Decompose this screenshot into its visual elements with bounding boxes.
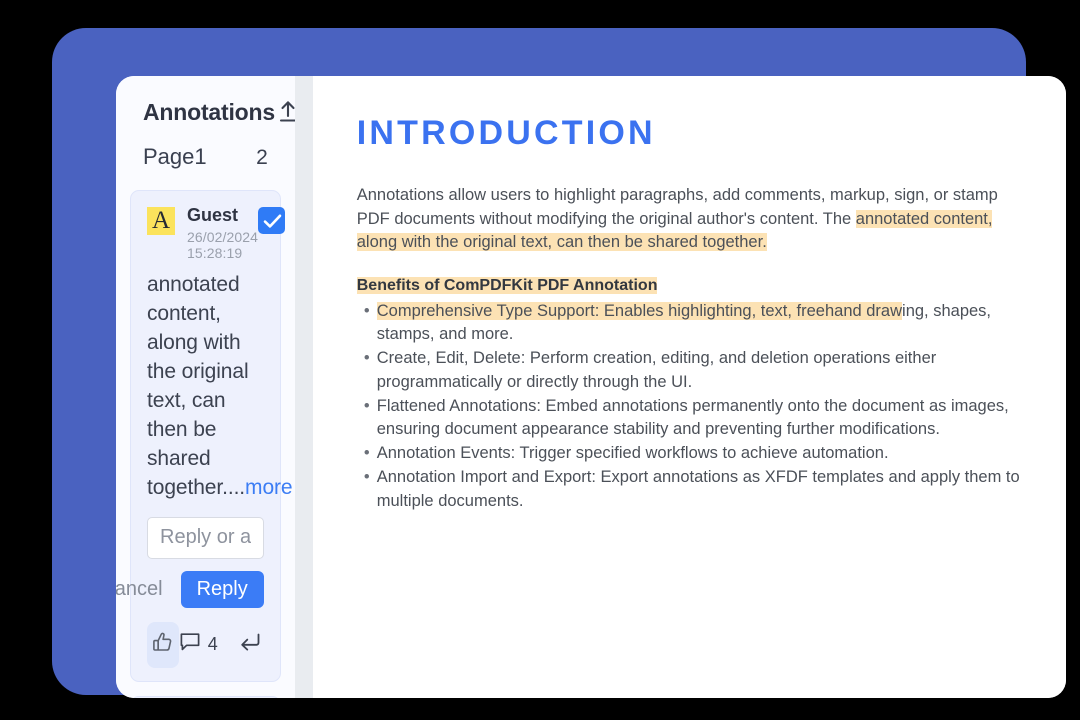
comment-count: 4 bbox=[208, 634, 218, 655]
more-link[interactable]: more bbox=[245, 476, 292, 499]
page-annotation-count: 2 bbox=[256, 146, 268, 170]
list-item: • Create, Edit, Delete: Perform creation… bbox=[357, 347, 1026, 395]
reply-input-wrapper[interactable] bbox=[147, 517, 264, 559]
bullet-icon: • bbox=[357, 347, 377, 395]
card-meta: Guest 26/02/2024 15:28:19 bbox=[187, 205, 258, 261]
list-item-highlighted: Comprehensive Type Support: Enables high… bbox=[377, 302, 902, 320]
document-benefits-list: • Comprehensive Type Support: Enables hi… bbox=[357, 300, 1026, 514]
list-item-text: Annotation Events: Trigger specified wor… bbox=[377, 442, 1026, 466]
list-item-text: Create, Edit, Delete: Perform creation, … bbox=[377, 347, 1026, 395]
list-item-text: Annotation Import and Export: Export ann… bbox=[377, 466, 1026, 514]
page-row: Page1 2 bbox=[116, 130, 295, 178]
annotation-checkbox-checked[interactable] bbox=[258, 207, 285, 234]
panel-header: Annotations bbox=[116, 76, 295, 130]
device-frame: Annotations bbox=[52, 28, 1026, 695]
timestamp: 26/02/2024 15:28:19 bbox=[187, 229, 258, 261]
list-item-text: Flattened Annotations: Embed annotations… bbox=[377, 395, 1026, 443]
list-item: • Flattened Annotations: Embed annotatio… bbox=[357, 395, 1026, 443]
panel-divider bbox=[295, 76, 313, 698]
like-button[interactable] bbox=[147, 622, 179, 668]
annotation-card[interactable]: A Guest 26/02/2024 15:28:19 annotated co… bbox=[130, 190, 281, 682]
return-arrow-icon[interactable] bbox=[238, 631, 262, 658]
card-footer: 4 bbox=[147, 622, 264, 681]
footer-actions: 4 bbox=[179, 631, 264, 658]
annotation-card-list: A Guest 26/02/2024 15:28:19 annotated co… bbox=[116, 178, 295, 698]
document-subheading: Benefits of ComPDFKit PDF Annotation bbox=[357, 277, 1026, 295]
bullet-icon: • bbox=[357, 300, 377, 348]
list-item-text: Comprehensive Type Support: Enables high… bbox=[377, 300, 1026, 348]
annotation-card[interactable]: A Guest 26/02/2024 15:28:19 Create, Edit… bbox=[130, 696, 281, 698]
author-name: Guest bbox=[187, 205, 258, 226]
app-window: Annotations bbox=[116, 76, 1066, 698]
upload-icon[interactable] bbox=[275, 99, 295, 125]
page-label: Page1 bbox=[143, 144, 207, 170]
annotation-body-text: annotated content, along with the origin… bbox=[147, 273, 249, 499]
document-viewer: INTRODUCTION Annotations allow users to … bbox=[313, 76, 1066, 698]
reply-input[interactable] bbox=[160, 526, 251, 549]
cancel-button[interactable]: Cancel bbox=[116, 574, 169, 605]
page-title: Annotations bbox=[143, 99, 275, 126]
thumbs-up-icon bbox=[150, 630, 175, 660]
annotation-body: annotated content, along with the origin… bbox=[147, 270, 264, 502]
subheading-text: Benefits of ComPDFKit PDF Annotation bbox=[357, 277, 658, 294]
document-paragraph: Annotations allow users to highlight par… bbox=[357, 184, 1026, 255]
header-icon-group bbox=[275, 99, 295, 125]
document-title: INTRODUCTION bbox=[357, 114, 1026, 153]
annotations-panel: Annotations bbox=[116, 76, 295, 698]
reply-action-row: Cancel Reply bbox=[147, 571, 264, 608]
list-item: • Annotation Import and Export: Export a… bbox=[357, 466, 1026, 514]
reply-button[interactable]: Reply bbox=[181, 571, 264, 608]
list-item: • Comprehensive Type Support: Enables hi… bbox=[357, 300, 1026, 348]
comment-icon bbox=[179, 631, 201, 658]
bullet-icon: • bbox=[357, 466, 377, 514]
bullet-icon: • bbox=[357, 395, 377, 443]
comment-count-group[interactable]: 4 bbox=[179, 631, 218, 658]
list-item: • Annotation Events: Trigger specified w… bbox=[357, 442, 1026, 466]
avatar: A bbox=[147, 207, 175, 235]
card-header: A Guest 26/02/2024 15:28:19 bbox=[147, 205, 264, 261]
bullet-icon: • bbox=[357, 442, 377, 466]
